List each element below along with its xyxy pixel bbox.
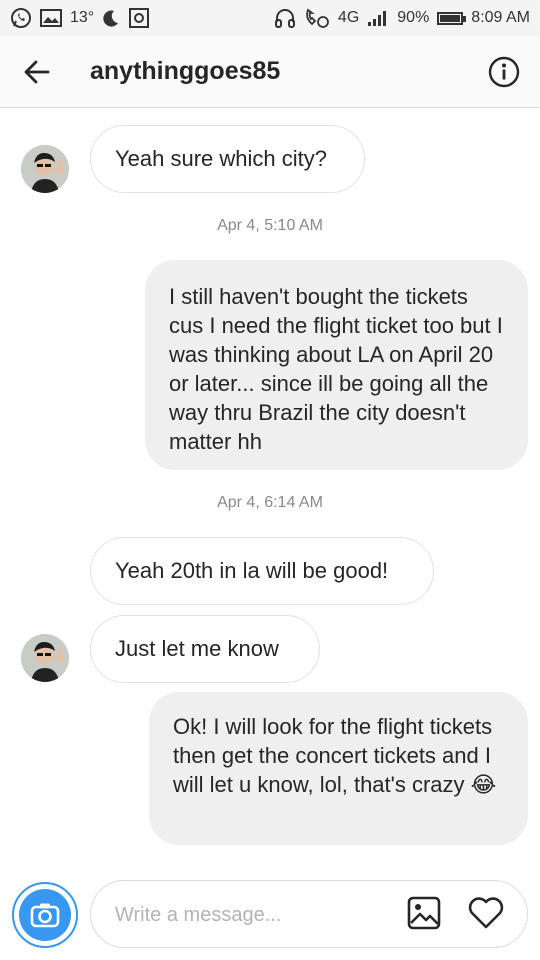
incoming-message[interactable]: Yeah 20th in la will be good!: [90, 537, 434, 605]
wifi-call-icon: [304, 7, 330, 29]
profile-photo: [21, 145, 69, 193]
outgoing-message[interactable]: I still haven't bought the tickets cus I…: [145, 260, 528, 470]
gallery-icon: [40, 9, 62, 27]
like-button[interactable]: [467, 895, 505, 933]
headphones-icon: [274, 7, 296, 29]
moon-icon: [102, 9, 120, 27]
whatsapp-icon: [10, 7, 32, 29]
camera-button[interactable]: [12, 882, 78, 948]
temperature: 13°: [70, 9, 95, 26]
status-bar-left: 13°: [10, 7, 150, 29]
status-bar: 13° 4G 90% 8:09 AM: [0, 0, 540, 36]
image-icon: [407, 896, 441, 930]
camera-icon: [19, 889, 71, 941]
incoming-message[interactable]: Just let me know: [90, 615, 320, 683]
info-button[interactable]: [488, 56, 520, 88]
network-type: 4G: [337, 9, 360, 26]
heart-icon: [468, 897, 504, 929]
status-bar-right: 4G 90% 8:09 AM: [274, 7, 530, 29]
laughing-emoji: 😂: [470, 773, 497, 798]
arrow-left-icon: [24, 60, 50, 83]
avatar[interactable]: [21, 634, 69, 682]
profile-photo: [21, 634, 69, 682]
incoming-message[interactable]: Yeah sure which city?: [90, 125, 365, 193]
clock: 8:09 AM: [471, 9, 530, 26]
voice-assistant-icon: [128, 7, 150, 29]
back-button[interactable]: [22, 57, 52, 87]
avatar[interactable]: [21, 145, 69, 193]
battery-icon: [437, 11, 467, 25]
battery-percent: 90%: [397, 9, 430, 26]
outgoing-message-text: Ok! I will look for the flight tickets t…: [173, 714, 493, 797]
info-icon: [488, 56, 520, 88]
message-timestamp: Apr 4, 6:14 AM: [217, 494, 323, 511]
message-composer: [0, 870, 540, 960]
message-thread[interactable]: Yeah sure which city? Apr 4, 5:10 AM I s…: [0, 108, 540, 870]
message-input[interactable]: [113, 897, 397, 933]
message-timestamp: Apr 4, 5:10 AM: [217, 217, 323, 234]
conversation-title[interactable]: anythinggoes85: [90, 57, 280, 86]
conversation-header: anythinggoes85: [0, 36, 540, 108]
message-input-container: [90, 880, 528, 948]
outgoing-message[interactable]: Ok! I will look for the flight tickets t…: [149, 692, 528, 845]
signal-icon: [367, 9, 389, 27]
gallery-button[interactable]: [407, 896, 443, 932]
